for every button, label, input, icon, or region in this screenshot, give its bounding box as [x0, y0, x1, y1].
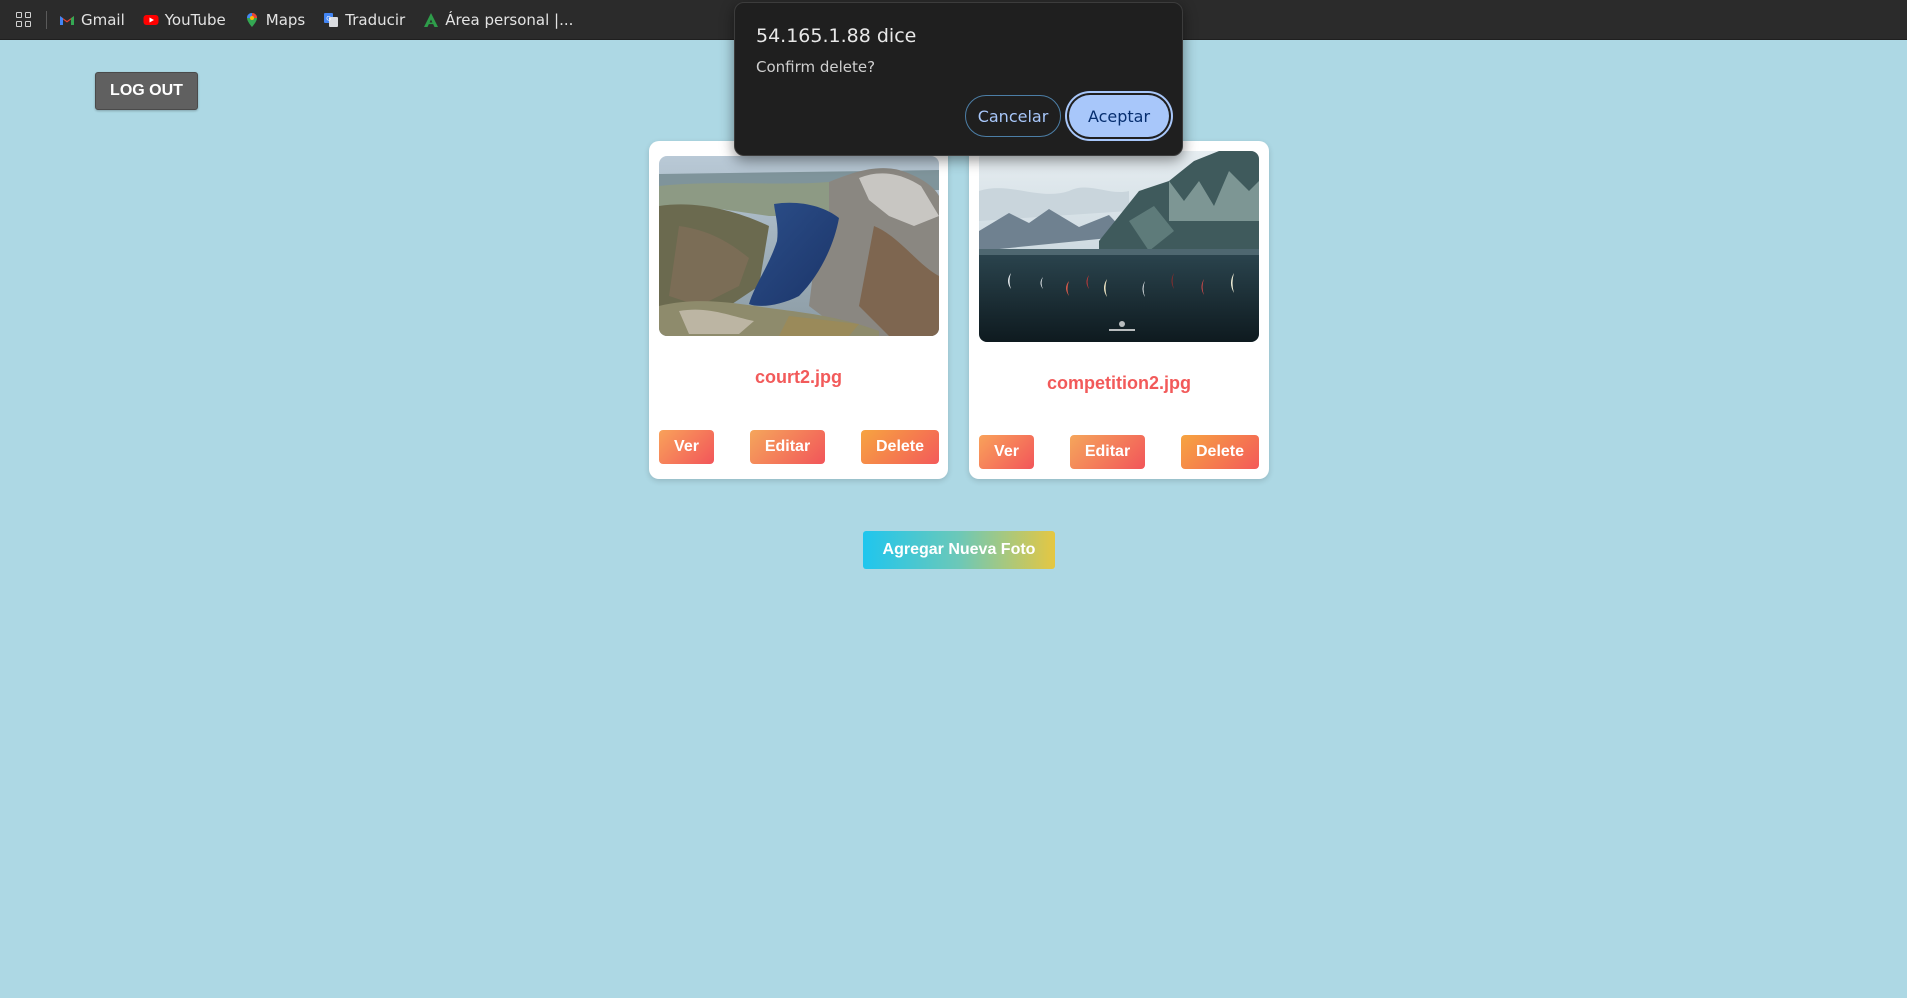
cancel-button[interactable]: Cancelar — [965, 95, 1061, 137]
area-personal-icon — [424, 12, 439, 27]
bookmark-maps[interactable]: Maps — [244, 11, 305, 29]
youtube-icon — [143, 14, 159, 25]
edit-button[interactable]: Editar — [750, 430, 825, 464]
bookmarks-separator — [46, 10, 47, 29]
photo-filename: competition2.jpg — [1047, 373, 1191, 393]
add-photo-button[interactable]: Agregar Nueva Foto — [863, 531, 1055, 569]
apps-grid-icon[interactable] — [16, 11, 32, 28]
bookmark-label: Maps — [265, 10, 306, 29]
bookmark-label: YouTube — [164, 10, 226, 29]
confirm-dialog: 54.165.1.88 dice Confirm delete? Cancela… — [734, 2, 1183, 156]
bookmark-translate[interactable]: G Traducir — [323, 11, 405, 29]
dialog-message: Confirm delete? — [756, 58, 876, 76]
gmail-icon — [60, 15, 74, 25]
dialog-title: 54.165.1.88 dice — [756, 25, 917, 47]
photo-filename: court2.jpg — [754, 367, 842, 387]
view-button[interactable]: Ver — [659, 430, 714, 464]
photo-thumbnail-kite-competition[interactable] — [979, 151, 1259, 342]
delete-button[interactable]: Delete — [1181, 435, 1259, 469]
accept-button[interactable]: Aceptar — [1069, 95, 1169, 137]
photo-card: competition2.jpg Ver Editar Delete — [969, 141, 1269, 479]
edit-button[interactable]: Editar — [1070, 435, 1145, 469]
bookmark-youtube[interactable]: YouTube — [143, 11, 226, 29]
bookmark-label: Área personal |... — [445, 10, 574, 29]
bookmark-label: Traducir — [345, 10, 406, 29]
view-button[interactable]: Ver — [979, 435, 1034, 469]
photo-thumbnail-lake-valley[interactable] — [659, 156, 939, 336]
bookmark-gmail[interactable]: Gmail — [59, 11, 125, 29]
maps-icon — [246, 12, 257, 27]
bookmark-area-personal[interactable]: Área personal |... — [423, 11, 573, 29]
bookmark-label: Gmail — [81, 10, 125, 29]
logout-button[interactable]: LOG OUT — [95, 72, 198, 110]
translate-icon: G — [324, 12, 339, 27]
delete-button[interactable]: Delete — [861, 430, 939, 464]
svg-text:G: G — [326, 15, 331, 22]
photo-card: court2.jpg Ver Editar Delete — [649, 141, 948, 479]
